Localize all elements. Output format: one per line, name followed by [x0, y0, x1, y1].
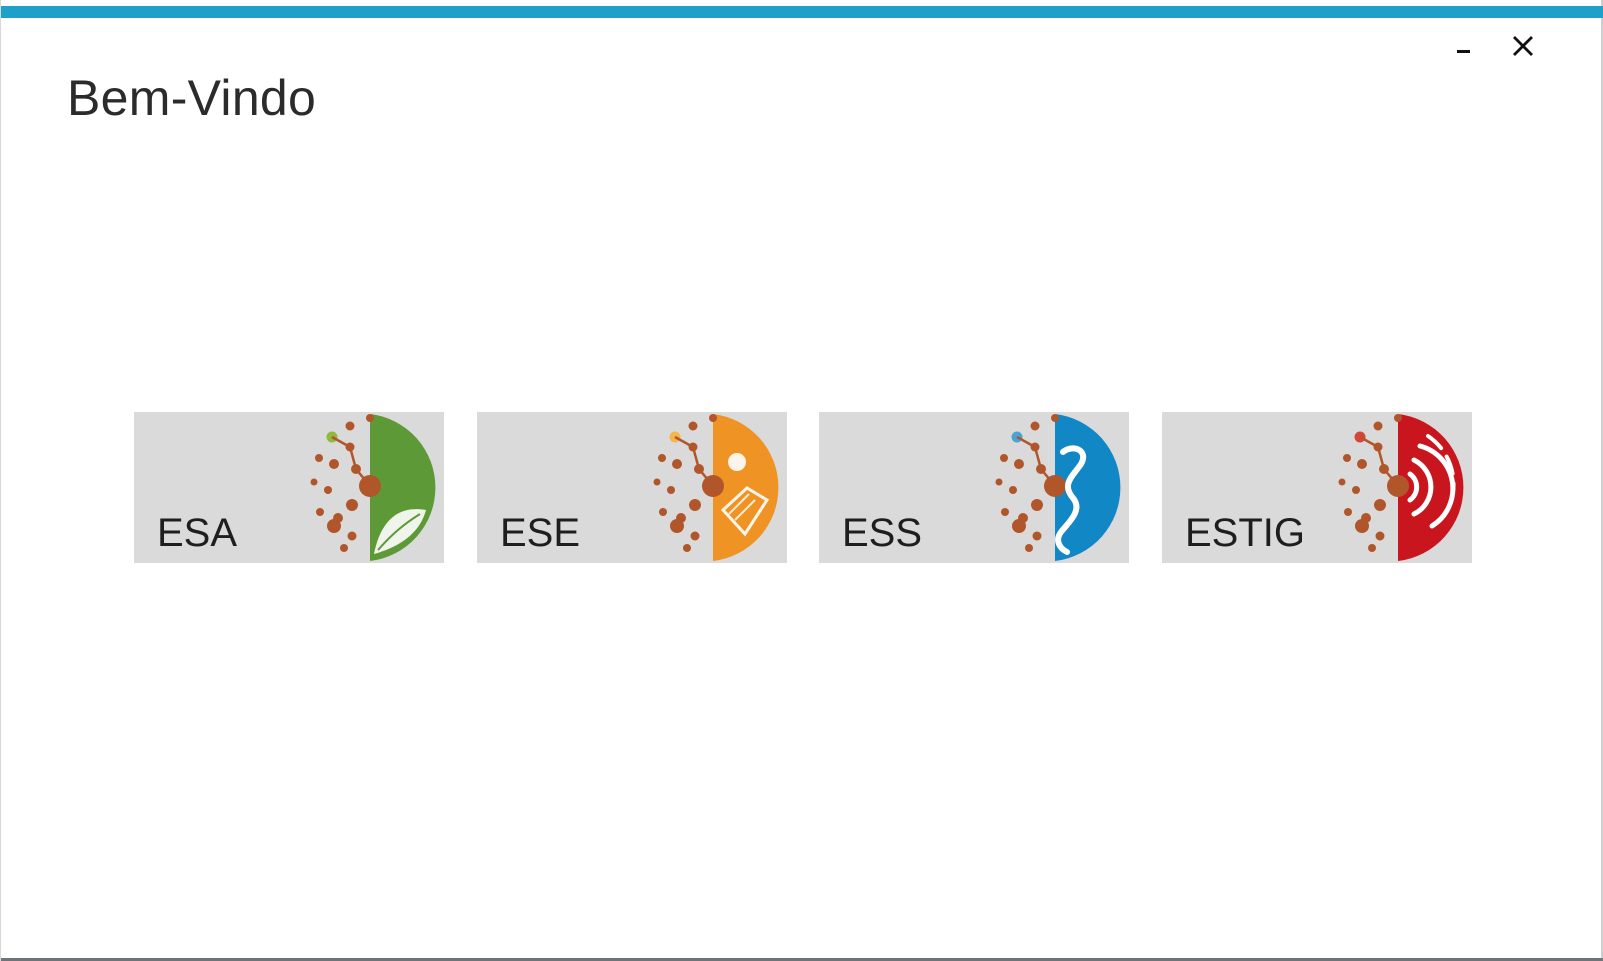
school-tile-estig[interactable]: ESTIG [1162, 412, 1472, 563]
close-button[interactable] [1503, 26, 1543, 66]
school-tile-esa[interactable]: ESA [134, 412, 444, 563]
ess-logo-icon [995, 414, 1121, 561]
esa-logo-icon [310, 414, 436, 561]
ese-logo-icon [653, 414, 779, 561]
tile-label: ESS [842, 511, 923, 555]
tile-label: ESE [500, 511, 581, 555]
window-accent-bar [1, 6, 1603, 18]
tile-label: ESA [157, 511, 238, 555]
school-tile-ess[interactable]: ESS [819, 412, 1129, 563]
close-icon [1513, 36, 1533, 56]
welcome-window: Bem-Vindo ESA ESE ESS ESTIG [0, 0, 1603, 961]
school-tile-ese[interactable]: ESE [477, 412, 787, 563]
estig-logo-icon [1338, 414, 1464, 561]
minimize-button[interactable] [1443, 26, 1483, 66]
tile-label: ESTIG [1185, 511, 1306, 555]
window-title: Bem-Vindo [67, 70, 317, 126]
minimize-icon [1457, 50, 1470, 53]
